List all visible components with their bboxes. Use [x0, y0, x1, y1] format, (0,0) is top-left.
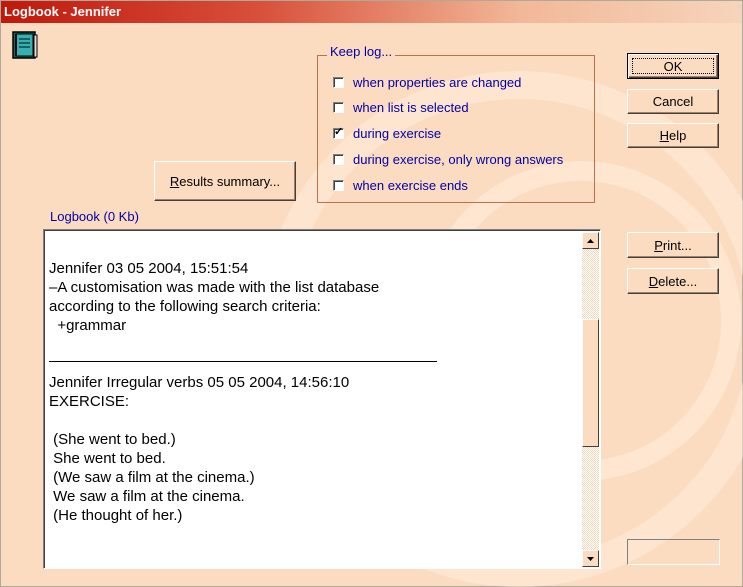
log-line: EXERCISE:	[49, 393, 130, 410]
window-title: Logbook - Jennifer	[4, 4, 121, 19]
print-button-label: rint...	[662, 237, 692, 253]
checkbox-label: when list is selected	[353, 99, 469, 115]
scroll-down-button[interactable]	[582, 550, 599, 567]
checkbox-only-wrong-answers[interactable]: during exercise, only wrong answers	[333, 150, 563, 168]
results-mnemonic: R	[169, 173, 180, 189]
checkbox-when-properties-changed[interactable]: when properties are changed	[333, 73, 521, 91]
vertical-scrollbar[interactable]	[582, 232, 599, 567]
cancel-button-label: Cancel	[652, 94, 694, 109]
log-line: Jennifer 03 05 2004, 15:51:54	[49, 260, 249, 277]
keep-log-label: Keep log...	[327, 44, 396, 59]
log-line: +grammar	[49, 317, 127, 334]
log-line: (He thought of her.)	[49, 507, 183, 524]
focus-rectangle	[632, 58, 714, 74]
delete-button[interactable]: Delete...	[627, 268, 719, 294]
title-bar[interactable]: Logbook - Jennifer	[1, 1, 742, 23]
scrollbar-thumb[interactable]	[582, 319, 599, 447]
cancel-button[interactable]: Cancel	[627, 89, 719, 114]
log-line: according to the following search criter…	[49, 298, 321, 315]
ok-button[interactable]: OK	[627, 53, 719, 79]
checkbox-label: when exercise ends	[353, 177, 468, 193]
checkbox-box[interactable]	[333, 179, 344, 191]
delete-button-label: elete...	[658, 273, 698, 289]
checkbox-label: during exercise	[353, 125, 442, 141]
logbook-book-icon	[12, 31, 38, 59]
log-line: Jennifer Irregular verbs 05 05 2004, 14:…	[49, 374, 350, 391]
log-line: (She went to bed.)	[49, 431, 176, 448]
checkbox-when-exercise-ends[interactable]: when exercise ends	[333, 176, 468, 194]
checkbox-box[interactable]	[333, 153, 344, 165]
arrow-down-icon	[587, 556, 594, 561]
checkbox-when-list-selected[interactable]: when list is selected	[333, 98, 469, 116]
checkbox-box[interactable]	[333, 76, 344, 88]
checkbox-label: during exercise, only wrong answers	[353, 151, 564, 167]
help-button-label: elp	[669, 128, 687, 143]
checkbox-box[interactable]: ✓	[333, 125, 344, 139]
print-mnemonic: P	[654, 237, 663, 253]
checkbox-label: when properties are changed	[353, 74, 522, 90]
logbook-text-area[interactable]: Jennifer 03 05 2004, 15:51:54 –A customi…	[43, 229, 601, 569]
log-line: She went to bed.	[49, 450, 166, 467]
logbook-text: Jennifer 03 05 2004, 15:51:54 –A customi…	[49, 259, 579, 525]
status-field	[627, 539, 720, 565]
delete-mnemonic: D	[648, 273, 659, 289]
results-summary-label: esults summary...	[179, 173, 281, 189]
logbook-size-label: Logbook (0 Kb)	[50, 209, 139, 224]
logbook-dialog: Logbook - Jennifer Keep log... when prop…	[0, 0, 743, 587]
arrow-up-icon	[587, 238, 594, 243]
scroll-up-button[interactable]	[582, 232, 599, 249]
help-button[interactable]: Help	[627, 123, 719, 148]
help-mnemonic: H	[659, 128, 670, 143]
checkbox-during-exercise[interactable]: ✓ during exercise	[333, 124, 441, 142]
log-line: –A customisation was made with the list …	[49, 279, 380, 296]
results-summary-button[interactable]: Results summary...	[154, 161, 296, 201]
log-line: We saw a film at the cinema.	[49, 488, 245, 505]
checkbox-box[interactable]	[333, 101, 344, 113]
separator-line	[49, 361, 437, 362]
print-button[interactable]: Print...	[627, 232, 719, 258]
check-mark-icon: ✓	[334, 125, 344, 138]
log-line: (We saw a film at the cinema.)	[49, 469, 255, 486]
